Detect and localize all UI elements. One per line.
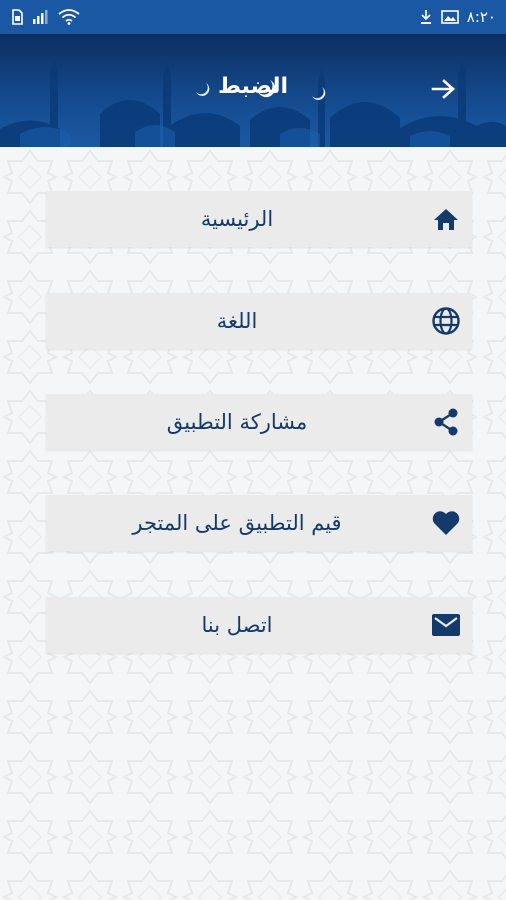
home-icon [428,201,464,237]
download-icon [420,10,431,24]
menu-item-rate-app[interactable]: قيم التطبيق على المتجر [46,495,472,551]
globe-icon [428,303,464,339]
arrow-right-icon [431,79,455,99]
app-header: الضبط [0,34,506,147]
share-icon [428,404,464,440]
mail-icon [428,607,464,643]
status-left [10,9,80,25]
menu-item-label: اتصل بنا [201,613,273,637]
back-button[interactable] [424,72,464,106]
menu-item-contact-us[interactable]: اتصل بنا [46,597,472,653]
menu-item-label: قيم التطبيق على المتجر [132,511,342,535]
menu-item-label: الرئيسية [200,207,274,231]
settings-content: الرئيسية اللغة مشاركة التطبيق قيم التطبي… [0,147,506,900]
sim-icon [12,9,23,25]
menu-item-share-app[interactable]: مشاركة التطبيق [46,394,472,450]
menu-item-label: مشاركة التطبيق [166,410,308,434]
wifi-icon [58,9,80,25]
status-time: ٨:٢٠ [466,8,496,26]
menu-item-language[interactable]: اللغة [46,293,472,349]
image-icon [440,10,459,24]
menu-item-label: اللغة [216,309,258,333]
menu-item-home[interactable]: الرئيسية [46,191,472,247]
signal-icon [33,10,48,24]
status-right: ٨:٢٠ [419,8,496,26]
heart-icon [428,505,464,541]
status-bar: ٨:٢٠ [0,0,506,34]
